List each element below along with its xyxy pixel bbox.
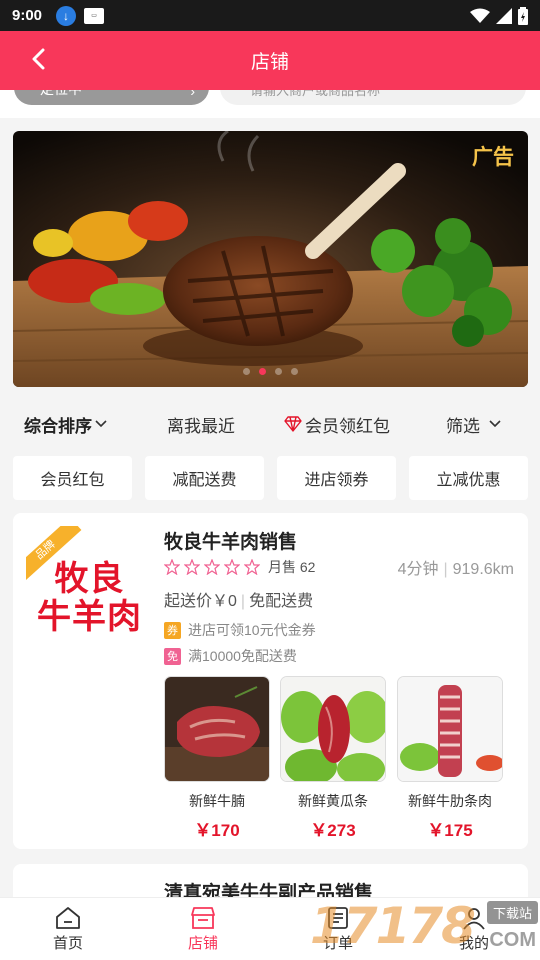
promo-free-delivery-text: 满10000免配送费 xyxy=(188,648,297,664)
divider: | xyxy=(443,561,448,578)
promo-coupon-text: 进店可领10元代金券 xyxy=(188,622,316,638)
back-button[interactable] xyxy=(20,41,56,77)
header-bar: 店铺 xyxy=(0,31,540,90)
status-bar: 9:00 ↓ ▭ xyxy=(0,0,540,31)
location-text: 定位中 xyxy=(40,90,82,99)
star-rating xyxy=(164,559,260,575)
tab-home-label: 首页 xyxy=(52,935,83,952)
download-icon: ↓ xyxy=(56,5,77,26)
product-price: ￥273 xyxy=(310,821,356,840)
status-time: 9:00 xyxy=(12,7,43,24)
product-item[interactable]: 新鲜黄瓜条 ￥273 xyxy=(280,676,386,841)
chevron-down-icon xyxy=(489,420,501,428)
divider: | xyxy=(240,593,246,610)
chevron-left-icon xyxy=(32,48,45,70)
delivery-distance: 4分钟 | 919.6km xyxy=(398,555,514,579)
shop-logo: 品牌 牧良 牛羊肉 xyxy=(26,526,153,653)
shop-name: 牧良牛羊肉销售 xyxy=(164,532,298,553)
watermark-logo: 17178 下载站 .COM xyxy=(310,895,540,960)
filter-chip-store-coupon[interactable]: 进店领券 xyxy=(277,456,396,500)
wifi-icon xyxy=(470,8,490,23)
search-row: 定位中 › 请输入商户或商品名称 xyxy=(0,90,540,118)
member-redpacket-label: 会员领红包 xyxy=(305,416,390,436)
logo-text-line1: 牧良 xyxy=(54,560,125,598)
watermark-suffix: .COM xyxy=(483,929,536,951)
product-name: 新鲜牛肋条肉 xyxy=(408,793,492,809)
shop-card[interactable]: 品牌 牧良 牛羊肉 牧良牛羊肉销售 月售 62 4分钟 | 919.6km 起送价￥… xyxy=(13,513,528,849)
carousel-dot xyxy=(291,368,298,375)
free-tag: 免 xyxy=(164,647,181,665)
delivery-fee: 免配送费 xyxy=(249,593,314,610)
carousel-indicator xyxy=(13,368,528,375)
ad-label: 广告 xyxy=(472,146,514,169)
filter-button[interactable]: 筛选 xyxy=(446,412,501,437)
sort-comprehensive[interactable]: 综合排序 xyxy=(24,412,107,437)
watermark-tag: 下载站 xyxy=(486,901,538,924)
product-name: 新鲜黄瓜条 xyxy=(298,793,368,809)
store-icon xyxy=(191,907,215,929)
rating-row: 月售 62 xyxy=(164,557,315,577)
product-image xyxy=(164,676,270,782)
product-item[interactable]: 新鲜牛肋条肉 ￥175 xyxy=(397,676,503,841)
tab-home[interactable]: 首页 xyxy=(28,906,108,953)
sort-bar: 综合排序 离我最近 会员领红包 筛选 xyxy=(0,400,540,448)
filter-chips: 会员红包 减配送费 进店领券 立减优惠 xyxy=(0,456,540,500)
carousel-dot-active xyxy=(259,368,266,375)
member-redpacket-button[interactable]: 会员领红包 xyxy=(284,412,390,437)
diamond-icon xyxy=(284,416,302,432)
filter-chip-reduced-delivery[interactable]: 减配送费 xyxy=(145,456,264,500)
tab-store[interactable]: 店铺 xyxy=(163,906,243,953)
filter-chip-member-redpacket[interactable]: 会员红包 xyxy=(13,456,132,500)
coupon-tag: 券 xyxy=(164,621,181,639)
filter-chip-instant-discount[interactable]: 立减优惠 xyxy=(409,456,528,500)
star-icon xyxy=(184,559,200,575)
delivery-time: 4分钟 xyxy=(397,561,439,578)
monthly-sales: 月售 62 xyxy=(268,559,316,575)
star-icon xyxy=(224,559,240,575)
carousel-dot xyxy=(275,368,282,375)
chevron-right-icon: › xyxy=(190,90,195,99)
distance: 919.6km xyxy=(452,561,514,578)
logo-text-line2: 牛羊肉 xyxy=(37,598,142,636)
sort-nearest-label: 离我最近 xyxy=(167,416,235,436)
carousel-dot xyxy=(243,368,250,375)
promo-coupon: 券 进店可领10元代金券 xyxy=(164,620,316,640)
home-icon xyxy=(56,907,80,929)
notification-card-icon: ▭ xyxy=(84,7,105,24)
product-image xyxy=(280,676,386,782)
search-placeholder: 请输入商户或商品名称 xyxy=(250,90,381,98)
star-icon xyxy=(204,559,220,575)
banner-image xyxy=(13,131,528,387)
ad-banner[interactable]: 广告 xyxy=(13,131,528,387)
product-price: ￥170 xyxy=(194,821,240,840)
product-price: ￥175 xyxy=(427,821,473,840)
chevron-down-icon xyxy=(95,420,107,428)
min-order: 起送价￥0 xyxy=(164,593,237,610)
page-title: 店铺 xyxy=(250,52,289,73)
product-image xyxy=(397,676,503,782)
tab-store-label: 店铺 xyxy=(187,935,218,952)
star-icon xyxy=(244,559,260,575)
promo-free-delivery: 免 满10000免配送费 xyxy=(164,646,297,666)
location-selector[interactable]: 定位中 › xyxy=(14,90,209,105)
delivery-info: 起送价￥0 | 免配送费 xyxy=(164,587,313,611)
search-input[interactable]: 请输入商户或商品名称 xyxy=(220,90,526,105)
star-icon xyxy=(164,559,180,575)
product-name: 新鲜牛腩 xyxy=(189,793,245,809)
battery-icon xyxy=(518,6,528,25)
watermark-digits: 17178 xyxy=(310,897,476,955)
signal-icon xyxy=(496,7,512,24)
sort-comprehensive-label: 综合排序 xyxy=(24,416,92,436)
sort-nearest[interactable]: 离我最近 xyxy=(167,412,235,437)
filter-label: 筛选 xyxy=(446,416,480,436)
product-item[interactable]: 新鲜牛腩 ￥170 xyxy=(164,676,270,841)
